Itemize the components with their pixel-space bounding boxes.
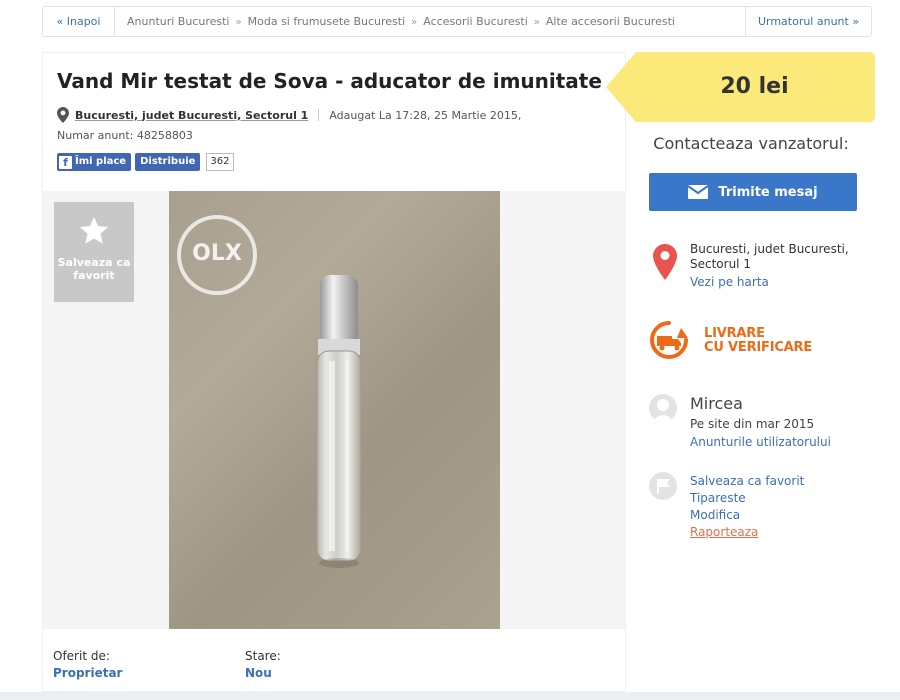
delivery-line-1: LIVRARE: [704, 326, 765, 341]
sidebar: Contacteaza vanzatorul: Trimite mesaj Bu…: [627, 122, 875, 692]
save-favorite-link[interactable]: Salveaza ca favorit: [690, 473, 804, 490]
ad-meta-row: Bucuresti, judet Bucuresti, Sectorul 1 A…: [57, 107, 521, 123]
star-icon: [79, 216, 109, 244]
breadcrumb-item[interactable]: Anunturi Bucuresti: [127, 15, 230, 28]
edit-link[interactable]: Modifica: [690, 507, 804, 524]
seller-name: Mircea: [690, 394, 743, 413]
breadcrumb-item[interactable]: Alte accesorii Bucuresti: [546, 15, 675, 28]
price-value: 20 lei: [720, 74, 789, 99]
social-buttons: f Îmi place Distribuie 362: [57, 153, 234, 171]
offered-by-value[interactable]: Proprietar: [53, 666, 122, 680]
facebook-like-button[interactable]: f Îmi place: [57, 153, 132, 171]
delivery-badge[interactable]: LIVRARE CU VERIFICARE: [704, 327, 812, 355]
breadcrumb-item[interactable]: Moda si frumusete Bucuresti: [248, 15, 406, 28]
condition-value[interactable]: Nou: [245, 666, 272, 680]
save-favorite-label: Salveaza ca favorit: [57, 256, 131, 282]
send-message-button[interactable]: Trimite mesaj: [649, 173, 857, 211]
perfume-vial-image: [316, 275, 362, 568]
product-photo[interactable]: OLX: [169, 191, 500, 629]
breadcrumb-bar: « Inapoi Anunturi Bucuresti » Moda si frum…: [42, 6, 872, 37]
breadcrumb: Anunturi Bucuresti » Moda si frumusete Buc…: [127, 7, 675, 36]
share-count: 362: [206, 153, 234, 171]
seller-location: Bucuresti, judet Bucuresti, Sectorul 1 V…: [690, 242, 870, 290]
map-pin-icon: [653, 244, 677, 280]
flag-shape: [657, 479, 670, 494]
delivery-line-2: CU VERIFICARE: [704, 340, 813, 355]
like-label: Îmi place: [75, 156, 127, 167]
ad-actions: Salveaza ca favorit Tipareste Modifica R…: [690, 473, 804, 541]
report-link[interactable]: Raporteaza: [690, 524, 804, 541]
send-message-label: Trimite mesaj: [718, 184, 818, 200]
breadcrumb-separator: »: [411, 17, 418, 28]
ad-title: Vand Mir testat de Sova - aducator de im…: [57, 69, 602, 93]
print-link[interactable]: Tipareste: [690, 490, 804, 507]
ad-location-link[interactable]: Bucuresti, judet Bucuresti, Sectorul 1: [75, 109, 308, 122]
back-button[interactable]: « Inapoi: [43, 7, 115, 36]
save-favorite-button[interactable]: Salveaza ca favorit: [54, 202, 134, 302]
seller-since: Pe site din mar 2015: [690, 417, 815, 431]
location-pin-icon: [57, 107, 69, 123]
seller-ads-link[interactable]: Anunturile utilizatorului: [690, 435, 831, 449]
facebook-icon: f: [59, 155, 72, 169]
user-silhouette-icon: [652, 399, 674, 422]
breadcrumb-separator: »: [533, 17, 540, 28]
contact-title: Contacteaza vanzatorul:: [653, 134, 849, 153]
ad-number: Numar anunt: 48258803: [57, 129, 193, 142]
location-line-1: Bucuresti, judet Bucuresti,: [690, 242, 849, 256]
price-tag: 20 lei: [606, 52, 875, 122]
view-map-link[interactable]: Vezi pe harta: [690, 275, 870, 290]
page-footer-strip: [0, 692, 900, 700]
condition-label: Stare:: [245, 649, 281, 663]
breadcrumb-item[interactable]: Accesorii Bucuresti: [423, 15, 527, 28]
ad-added-date: Adaugat La 17:28, 25 Martie 2015,: [329, 108, 522, 122]
next-ad-button[interactable]: Urmatorul anunt »: [745, 7, 871, 36]
envelope-icon: [688, 185, 709, 199]
facebook-share-button[interactable]: Distribuie: [135, 153, 201, 171]
divider: [318, 109, 320, 121]
avatar: [649, 394, 677, 422]
ad-panel: Vand Mir testat de Sova - aducator de im…: [42, 52, 626, 692]
location-line-2: Sectorul 1: [690, 257, 751, 271]
photo-gallery: Salveaza ca favorit OLX: [43, 191, 625, 629]
flag-icon: [649, 472, 677, 500]
delivery-truck-icon: [650, 321, 688, 359]
breadcrumb-separator: »: [235, 17, 242, 28]
offered-by-label: Oferit de:: [53, 649, 110, 663]
